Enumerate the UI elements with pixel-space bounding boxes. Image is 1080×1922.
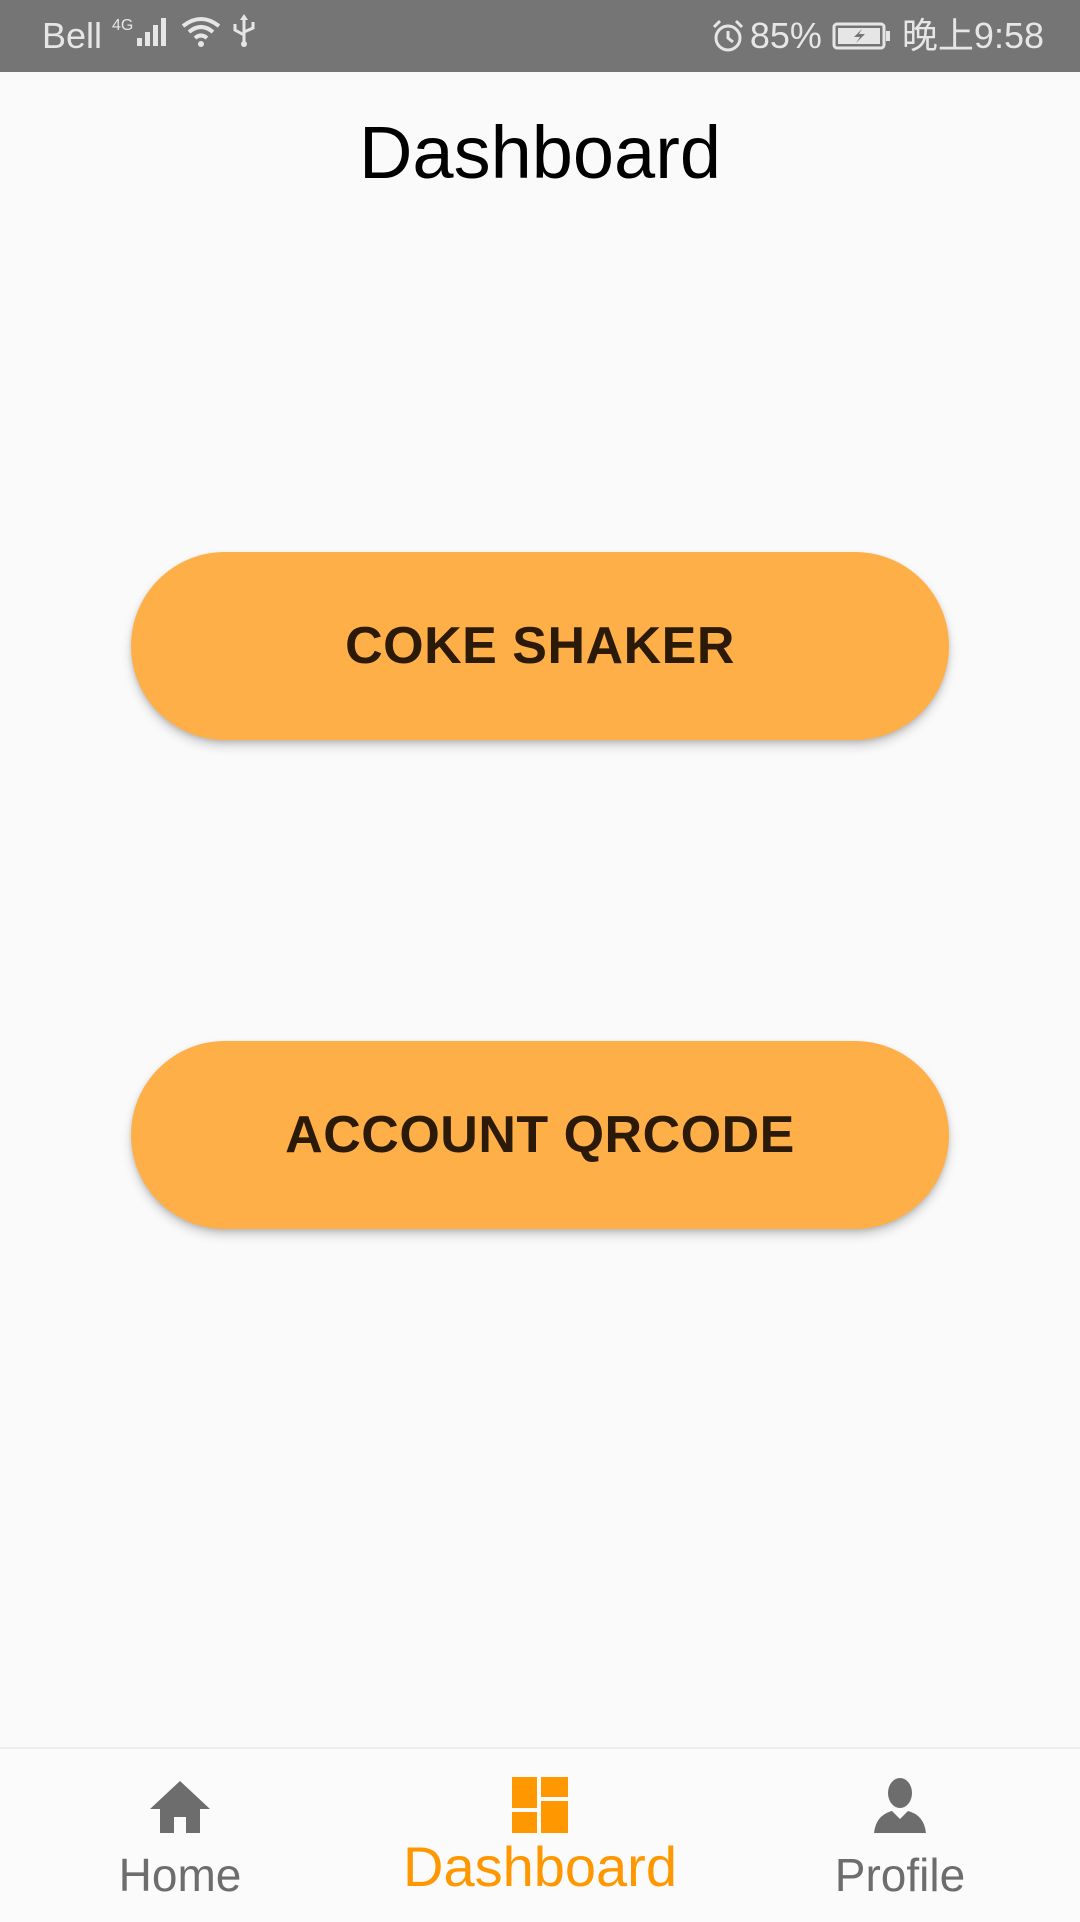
coke-shaker-button[interactable]: COKE SHAKER — [131, 552, 949, 740]
status-bar: Bell 4G 85% 晚上9:58 — [0, 0, 1080, 72]
account-qrcode-button[interactable]: ACCOUNT QRCODE — [131, 1041, 949, 1229]
clock: 晚上9:58 — [901, 15, 1044, 56]
battery-charging-icon — [832, 19, 892, 53]
nav-item-profile[interactable]: Profile — [750, 1749, 1050, 1922]
nav-item-dashboard[interactable]: Dashboard — [390, 1749, 690, 1922]
home-icon — [148, 1779, 212, 1840]
nav-label-profile: Profile — [834, 1849, 966, 1901]
usb-icon — [231, 0, 257, 72]
nav-label-dashboard: Dashboard — [403, 1835, 677, 1898]
bottom-navigation: Home Dashboard Profile — [0, 1747, 1080, 1922]
dashboard-icon — [512, 1777, 568, 1838]
carrier-name: Bell — [42, 15, 103, 56]
page-title: Dashboard — [358, 111, 721, 194]
signal-icon — [135, 0, 171, 72]
status-left: Bell 4G — [42, 0, 257, 72]
nav-label-home: Home — [118, 1849, 242, 1901]
status-right: 85% 晚上9:58 — [710, 0, 1044, 72]
alarm-icon — [710, 18, 746, 54]
battery-percent: 85% — [749, 15, 822, 56]
person-icon — [870, 1775, 930, 1840]
network-type: 4G — [112, 17, 134, 34]
wifi-icon — [181, 0, 221, 72]
nav-item-home[interactable]: Home — [30, 1749, 330, 1922]
